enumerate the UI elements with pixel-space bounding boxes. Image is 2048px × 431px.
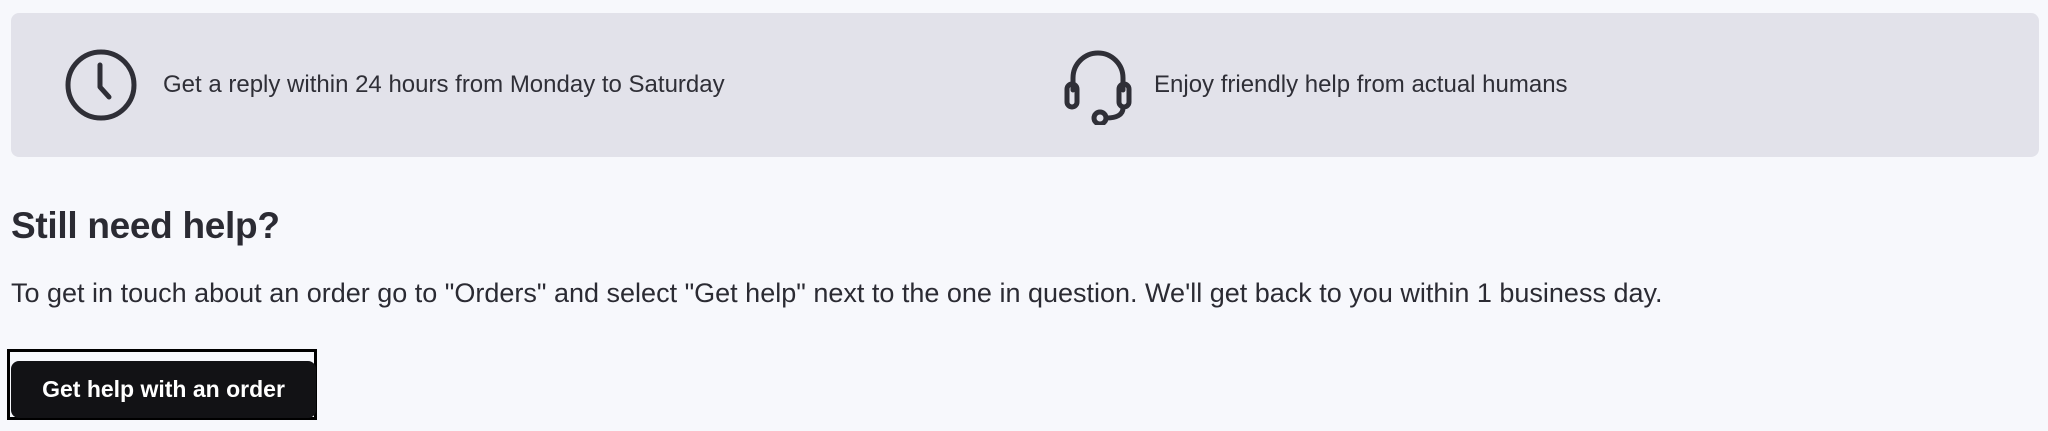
info-banner: Get a reply within 24 hours from Monday … [11, 13, 2039, 157]
reply-time-info: Get a reply within 24 hours from Monday … [61, 13, 725, 157]
help-description: To get in touch about an order go to "Or… [11, 278, 1663, 308]
human-support-info: Enjoy friendly help from actual humans [1058, 13, 1568, 157]
human-support-text: Enjoy friendly help from actual humans [1154, 71, 1568, 98]
clock-icon [61, 45, 141, 125]
headset-icon [1058, 45, 1138, 125]
help-heading: Still need help? [11, 205, 280, 246]
get-help-with-order-button[interactable]: Get help with an order [11, 361, 316, 418]
reply-time-text: Get a reply within 24 hours from Monday … [163, 71, 725, 98]
